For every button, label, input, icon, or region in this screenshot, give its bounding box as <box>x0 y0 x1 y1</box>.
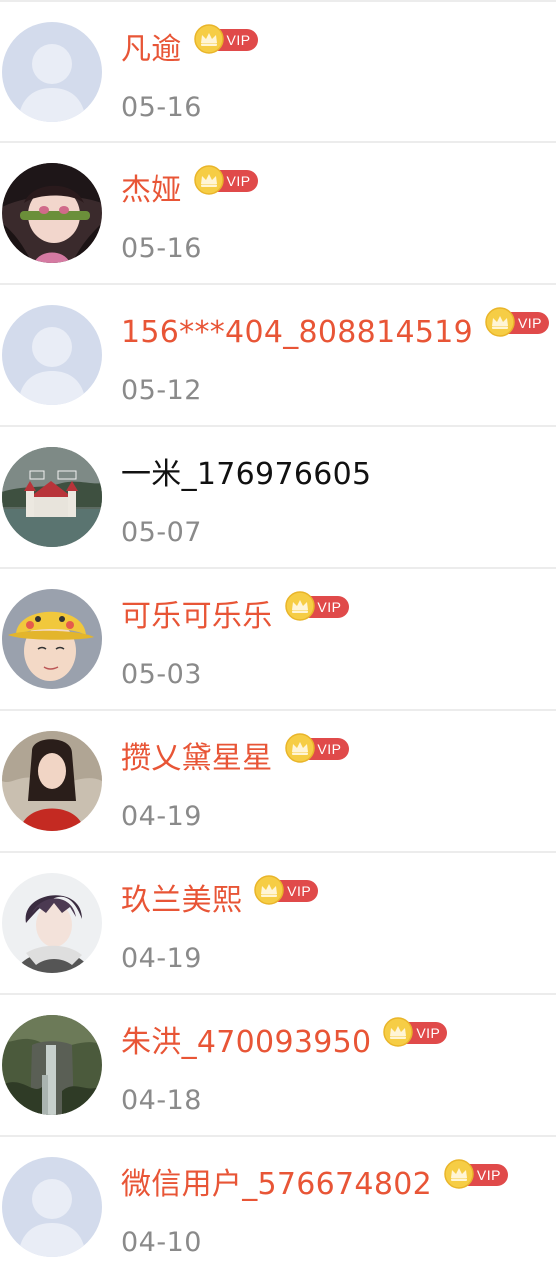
avatar[interactable] <box>2 447 102 547</box>
list-item[interactable]: 玖兰美熙 VIP 04-19 <box>0 853 556 995</box>
name-line: 凡逾 VIP <box>121 24 260 70</box>
user-name[interactable]: 凡逾 <box>121 30 182 70</box>
user-name[interactable]: 攒乂黛星星 <box>121 739 273 779</box>
name-line: 可乐可乐乐 VIP <box>121 591 351 637</box>
date-text: 05-16 <box>121 233 202 264</box>
date-text: 05-03 <box>121 659 202 690</box>
date-text: 04-19 <box>121 943 202 974</box>
anime-boy-avatar-icon <box>2 873 102 973</box>
name-line: 杰娅 VIP <box>121 165 260 211</box>
avatar[interactable] <box>2 1015 102 1115</box>
crown-coin-icon <box>485 307 515 337</box>
anime-girl-avatar-icon <box>2 163 102 263</box>
crown-coin-icon <box>383 1017 414 1047</box>
date-text: 05-07 <box>121 517 202 548</box>
date-text: 05-12 <box>121 375 202 406</box>
list-item[interactable]: 攒乂黛星星 VIP 04-19 <box>0 711 556 853</box>
crown-coin-icon <box>254 875 284 905</box>
crown-coin-icon <box>193 165 224 195</box>
list-item[interactable]: 杰娅 VIP 05-16 <box>0 143 556 285</box>
castle-lake-avatar-icon <box>2 447 102 547</box>
user-name[interactable]: 玖兰美熙 <box>121 881 242 921</box>
list-item[interactable]: 一米_176976605 05-07 <box>0 427 556 569</box>
crown-coin-icon <box>284 591 315 621</box>
crown-coin-icon <box>193 24 224 54</box>
vip-badge: VIP <box>193 24 260 54</box>
vip-badge: VIP <box>254 875 320 905</box>
name-line: 玖兰美熙 VIP <box>121 875 320 921</box>
user-name[interactable]: 一米_176976605 <box>121 455 371 495</box>
name-line: 一米_176976605 <box>121 455 371 495</box>
contact-list: 凡逾 VIP 05-16 杰娅 VIP 05-16 156***404_8088… <box>0 0 556 1280</box>
girl-red-scarf-avatar-icon <box>2 731 102 831</box>
default-avatar-icon <box>2 22 102 122</box>
list-item[interactable]: 可乐可乐乐 VIP 05-03 <box>0 569 556 711</box>
user-name[interactable]: 微信用户_576674802 <box>121 1165 432 1205</box>
default-avatar-icon <box>2 1157 102 1257</box>
name-line: 微信用户_576674802 VIP <box>121 1159 510 1205</box>
vip-badge: VIP <box>193 165 260 195</box>
vip-badge: VIP <box>284 591 351 621</box>
avatar[interactable] <box>2 1157 102 1257</box>
date-text: 05-16 <box>121 92 202 123</box>
avatar[interactable] <box>2 873 102 973</box>
list-item[interactable]: 156***404_808814519 VIP 05-12 <box>0 285 556 427</box>
avatar[interactable] <box>2 305 102 405</box>
user-name[interactable]: 杰娅 <box>121 171 182 211</box>
waterfall-avatar-icon <box>2 1015 102 1115</box>
vip-badge: VIP <box>284 733 351 763</box>
name-line: 攒乂黛星星 VIP <box>121 733 351 779</box>
pikachu-hat-avatar-icon <box>2 589 102 689</box>
user-name[interactable]: 朱洪_470093950 <box>121 1023 371 1063</box>
avatar[interactable] <box>2 731 102 831</box>
avatar[interactable] <box>2 22 102 122</box>
list-item[interactable]: 朱洪_470093950 VIP 04-18 <box>0 995 556 1137</box>
list-item[interactable]: 凡逾 VIP 05-16 <box>0 2 556 143</box>
user-name[interactable]: 156***404_808814519 <box>121 313 473 353</box>
avatar[interactable] <box>2 163 102 263</box>
list-item[interactable]: 微信用户_576674802 VIP 04-10 <box>0 1137 556 1279</box>
crown-coin-icon <box>444 1159 474 1189</box>
date-text: 04-18 <box>121 1085 202 1116</box>
user-name[interactable]: 可乐可乐乐 <box>121 597 273 637</box>
name-line: 朱洪_470093950 VIP <box>121 1017 449 1063</box>
name-line: 156***404_808814519 VIP <box>121 307 551 353</box>
avatar[interactable] <box>2 589 102 689</box>
vip-badge: VIP <box>485 307 551 337</box>
vip-badge: VIP <box>383 1017 449 1047</box>
default-avatar-icon <box>2 305 102 405</box>
crown-coin-icon <box>284 733 315 763</box>
vip-badge: VIP <box>444 1159 510 1189</box>
date-text: 04-10 <box>121 1227 202 1258</box>
date-text: 04-19 <box>121 801 202 832</box>
